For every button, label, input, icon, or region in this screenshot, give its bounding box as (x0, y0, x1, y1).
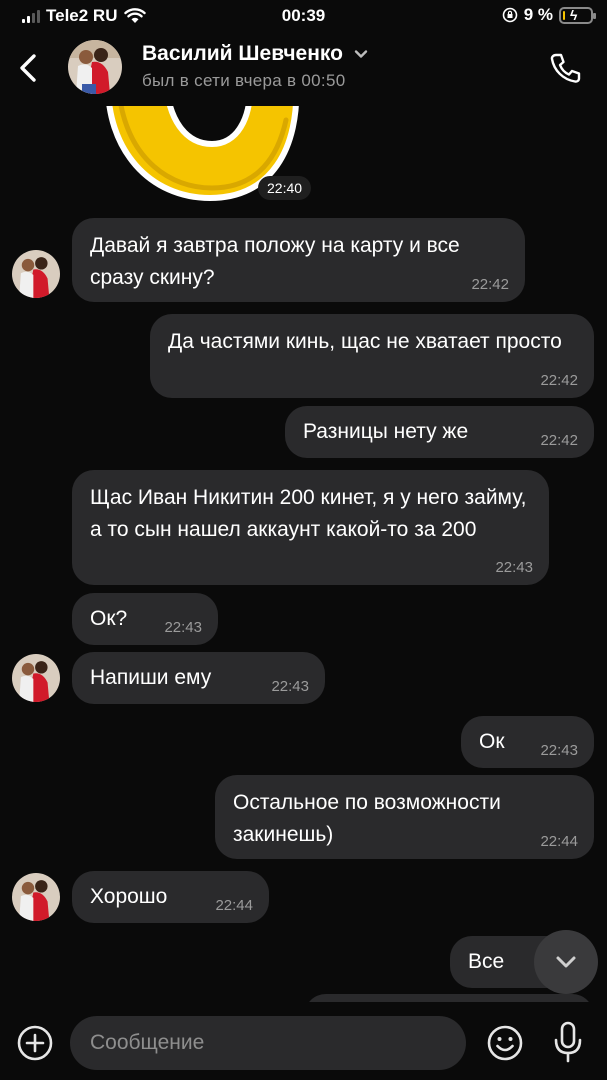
message-bubble-incoming[interactable]: Напиши ему 22:43 (72, 652, 325, 704)
message-text: Разницы нету же (303, 420, 469, 443)
message-bubble-incoming[interactable]: Хорошо 22:44 (72, 871, 269, 923)
chevron-down-icon (556, 956, 576, 968)
orientation-lock-icon (502, 7, 518, 23)
message-time: 22:43 (495, 559, 533, 576)
scroll-down-button[interactable] (534, 930, 598, 994)
contact-name: Василий Шевченко (142, 42, 343, 65)
sticker-time: 22:40 (258, 176, 312, 200)
message-bubble-outgoing[interactable]: Ок 22:43 (461, 716, 594, 768)
message-bubble-outgoing[interactable]: Остальное по возможности закинешь) 22:44 (215, 775, 594, 859)
message-input-bar (0, 1002, 607, 1080)
message-time: 22:44 (540, 833, 578, 850)
chat-screen: Tele2 RU 00:39 9 % ϟ Василий Шевченко бы… (0, 0, 607, 1080)
message-bubble-incoming[interactable]: Ок? 22:43 (72, 593, 218, 645)
message-time: 22:42 (471, 276, 509, 293)
sender-avatar[interactable] (12, 873, 60, 921)
message-time: 22:43 (540, 742, 578, 759)
message-text: Щас Иван Никитин 200 кинет, я у него зай… (90, 486, 527, 541)
back-arrow-icon[interactable] (14, 48, 44, 88)
chat-header: Василий Шевченко был в сети вчера в 00:5… (0, 34, 607, 106)
contact-avatar[interactable] (68, 40, 122, 94)
sender-avatar[interactable] (12, 654, 60, 702)
sender-avatar[interactable] (12, 250, 60, 298)
message-text: Да частями кинь, щас не хватает просто (168, 330, 562, 353)
message-text: Остальное по возможности закинешь) (233, 791, 501, 846)
plus-circle-icon[interactable] (16, 1024, 54, 1062)
message-time: 22:42 (540, 432, 578, 449)
charging-bolt-icon: ϟ (570, 6, 578, 23)
message-time: 22:44 (215, 897, 253, 914)
status-bar: Tele2 RU 00:39 9 % ϟ (0, 0, 607, 34)
chevron-down-icon (354, 50, 368, 58)
message-bubble-outgoing[interactable]: Разницы нету же 22:42 (285, 406, 594, 458)
phone-icon[interactable] (547, 50, 583, 86)
battery-percent: 9 % (523, 5, 553, 24)
message-bubble-incoming[interactable]: Щас Иван Никитин 200 кинет, я у него зай… (72, 470, 549, 585)
battery-icon: ϟ (559, 6, 596, 24)
emoji-icon[interactable] (486, 1024, 524, 1062)
contact-name-row[interactable]: Василий Шевченко (142, 42, 369, 66)
message-bubble-outgoing[interactable]: Да частями кинь, щас не хватает просто 2… (150, 314, 594, 398)
message-bubble-incoming[interactable]: Давай я завтра положу на карту и все сра… (72, 218, 525, 302)
message-time: 22:43 (271, 678, 309, 695)
message-time: 22:42 (540, 372, 578, 389)
microphone-icon[interactable] (552, 1020, 584, 1064)
contact-last-seen: был в сети вчера в 00:50 (142, 71, 346, 90)
battery-fill (563, 10, 565, 20)
status-right: 9 % ϟ (502, 5, 596, 25)
message-input[interactable] (70, 1016, 466, 1070)
message-text: Давай я завтра положу на карту и все сра… (90, 234, 460, 289)
message-time: 22:43 (164, 619, 202, 636)
